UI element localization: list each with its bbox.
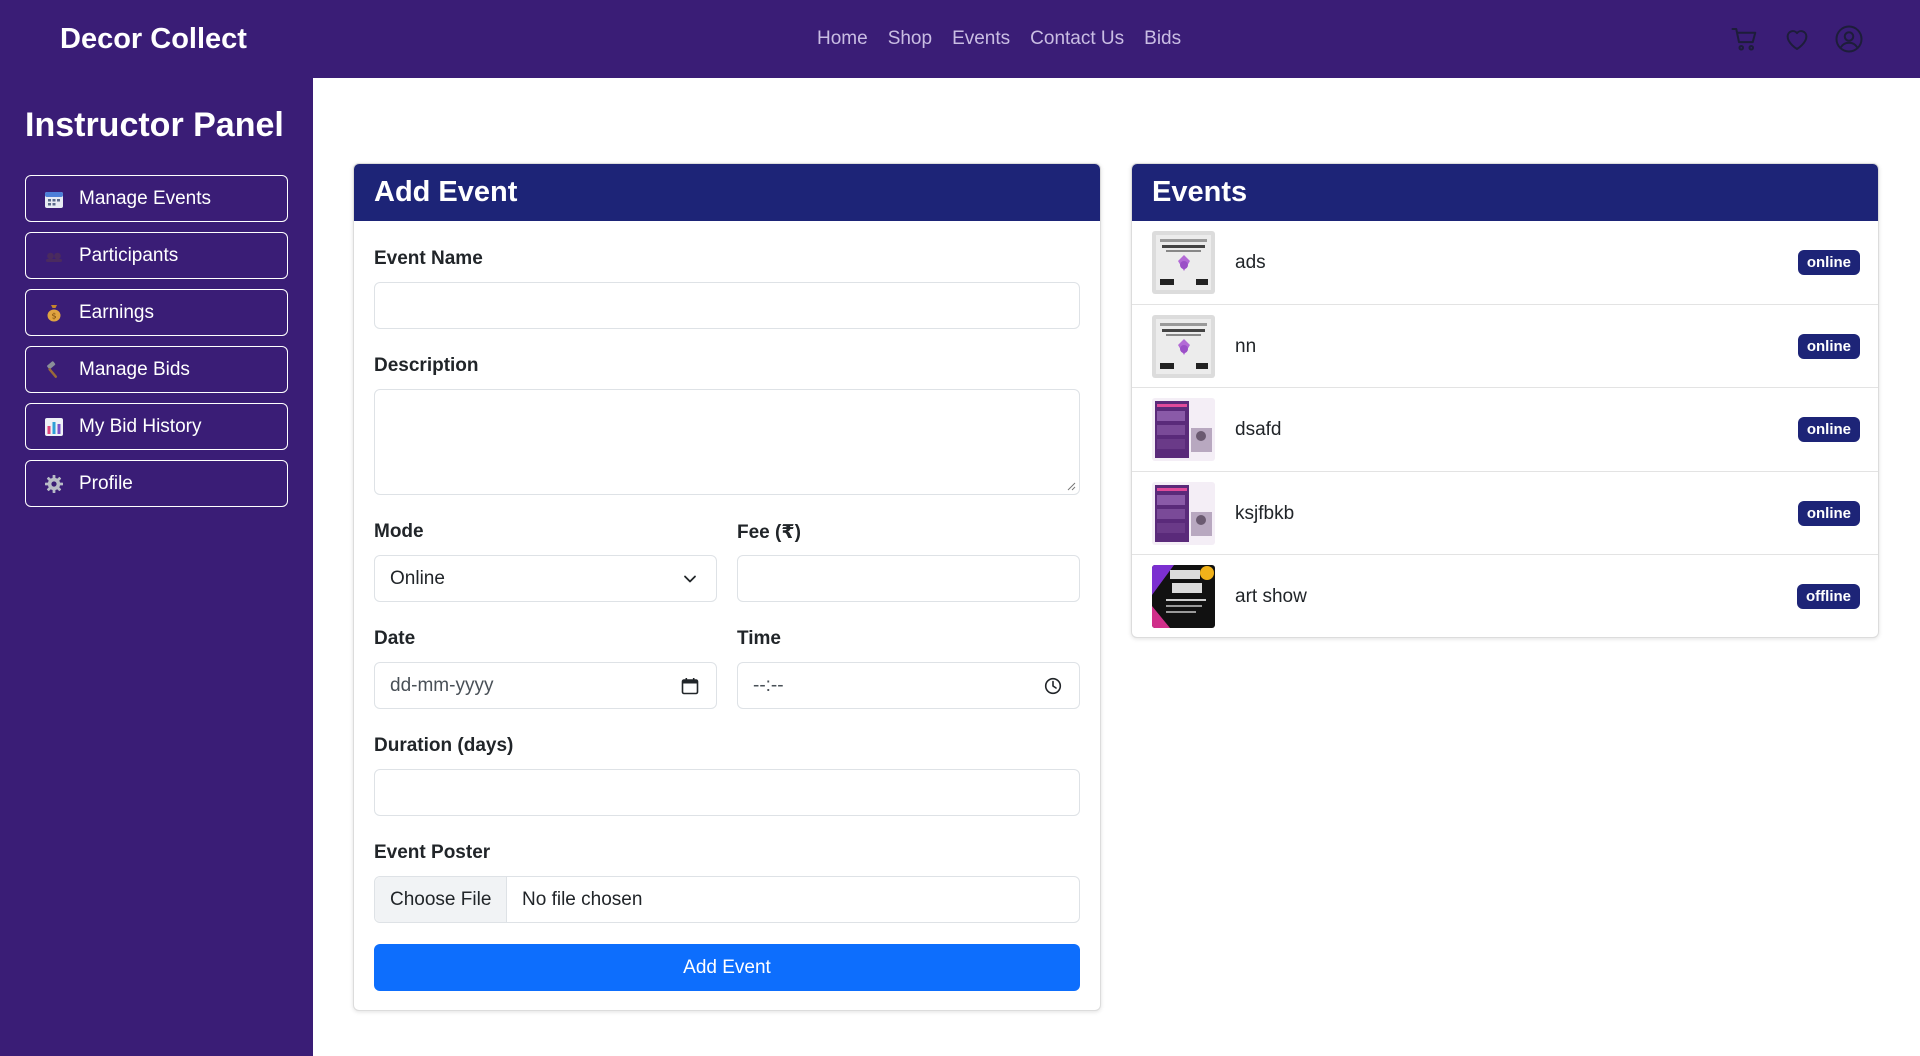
money-bag-icon: $ — [44, 303, 64, 323]
sidebar-item-manage-bids[interactable]: Manage Bids — [25, 346, 288, 393]
event-poster-label: Event Poster — [374, 842, 491, 863]
sidebar-item-profile[interactable]: Profile — [25, 460, 288, 507]
event-poster-thumbnail — [1152, 481, 1215, 545]
duration-label: Duration (days) — [374, 735, 514, 756]
description-label: Description — [374, 355, 479, 376]
event-name: ads — [1235, 252, 1266, 273]
sidebar-item-my-bid-history[interactable]: My Bid History — [25, 403, 288, 450]
event-name: art show — [1235, 586, 1307, 607]
date-label: Date — [374, 628, 416, 649]
sidebar-item-manage-events[interactable]: Manage Events — [25, 175, 288, 222]
add-event-card: Add Event Event Name Description Mode On… — [353, 163, 1101, 1011]
sidebar-item-label: Manage Events — [79, 187, 212, 209]
status-badge: online — [1797, 417, 1860, 442]
event-poster-thumbnail — [1152, 398, 1215, 461]
status-badge: online — [1797, 500, 1860, 526]
event-poster-thumbnail — [1152, 231, 1215, 294]
sidebar-item-label: Profile — [79, 472, 133, 494]
sidebar: Instructor Panel Manage Events Participa… — [0, 78, 313, 1056]
nav-contact-us[interactable]: Contact Us — [1030, 28, 1124, 50]
date-placeholder: dd-mm-yyyy — [390, 674, 494, 696]
events-title: Events — [1132, 164, 1878, 221]
sidebar-item-earnings[interactable]: $ Earnings — [25, 289, 288, 336]
event-poster-thumbnail — [1152, 565, 1215, 628]
event-name: ksjfbkb — [1235, 502, 1295, 524]
sidebar-item-participants[interactable]: Participants — [25, 232, 288, 279]
status-badge: online — [1797, 250, 1860, 275]
event-list-item[interactable]: art show offline — [1132, 555, 1878, 637]
calendar-icon — [44, 189, 64, 209]
event-name-label: Event Name — [374, 248, 483, 269]
status-badge: online — [1797, 333, 1860, 359]
event-poster-thumbnail — [1152, 314, 1215, 378]
event-name-input[interactable] — [374, 282, 1080, 329]
time-label: Time — [737, 628, 782, 649]
nav-shop[interactable]: Shop — [888, 28, 932, 50]
sidebar-item-label: My Bid History — [79, 415, 202, 437]
duration-input[interactable] — [374, 769, 1080, 816]
fee-input[interactable] — [737, 555, 1080, 602]
description-textarea[interactable] — [374, 389, 1080, 495]
panel-title: Instructor Panel — [25, 106, 284, 144]
add-event-button[interactable]: Add Event — [374, 944, 1080, 991]
event-name: dsafd — [1235, 419, 1282, 440]
mode-label: Mode — [374, 521, 424, 542]
event-list-item[interactable]: dsafd online — [1132, 388, 1878, 472]
sidebar-item-label: Participants — [79, 244, 179, 266]
bar-chart-icon — [44, 417, 64, 437]
nav-bids[interactable]: Bids — [1144, 28, 1181, 50]
time-placeholder: --:-- — [753, 674, 784, 696]
add-event-title: Add Event — [354, 164, 1100, 221]
event-poster-file-input[interactable]: Choose File No file chosen — [374, 876, 1080, 923]
calendar-picker-icon[interactable] — [680, 676, 700, 696]
no-file-chosen-text: No file chosen — [522, 888, 643, 910]
sidebar-item-label: Earnings — [79, 301, 154, 323]
hammer-icon — [44, 360, 64, 380]
event-list-item[interactable]: ksjfbkb online — [1132, 472, 1878, 555]
svg-text:$: $ — [51, 311, 56, 320]
date-input[interactable]: dd-mm-yyyy — [374, 662, 717, 709]
status-badge: offline — [1797, 584, 1860, 609]
fee-label: Fee (₹) — [737, 522, 801, 543]
events-card: Events ads online nn online dsafd online — [1131, 163, 1879, 638]
chevron-down-icon — [684, 575, 696, 583]
time-input[interactable]: --:-- — [737, 662, 1080, 709]
top-icons — [1730, 0, 1864, 78]
mode-selected-value: Online — [390, 567, 445, 589]
main-nav: Home Shop Events Contact Us Bids — [817, 0, 1181, 78]
users-icon — [44, 246, 64, 266]
events-list: ads online nn online dsafd online ksjfbk… — [1132, 221, 1878, 637]
choose-file-button[interactable]: Choose File — [375, 877, 507, 922]
event-name: nn — [1235, 335, 1257, 357]
user-circle-icon[interactable] — [1834, 24, 1864, 54]
event-list-item[interactable]: nn online — [1132, 305, 1878, 388]
nav-events[interactable]: Events — [952, 28, 1010, 50]
heart-icon[interactable] — [1782, 24, 1812, 54]
brand-logo[interactable]: Decor Collect — [60, 0, 247, 78]
top-navbar: Decor Collect Home Shop Events Contact U… — [0, 0, 1920, 78]
sidebar-menu: Manage Events Participants $ Earnings Ma… — [25, 175, 288, 517]
sidebar-item-label: Manage Bids — [79, 358, 190, 380]
cart-icon[interactable] — [1730, 24, 1760, 54]
resize-grip-icon[interactable] — [1066, 481, 1076, 491]
event-list-item[interactable]: ads online — [1132, 221, 1878, 305]
gear-icon — [44, 474, 64, 494]
mode-select[interactable]: Online — [374, 555, 717, 602]
clock-icon[interactable] — [1043, 676, 1063, 696]
nav-home[interactable]: Home — [817, 28, 868, 50]
